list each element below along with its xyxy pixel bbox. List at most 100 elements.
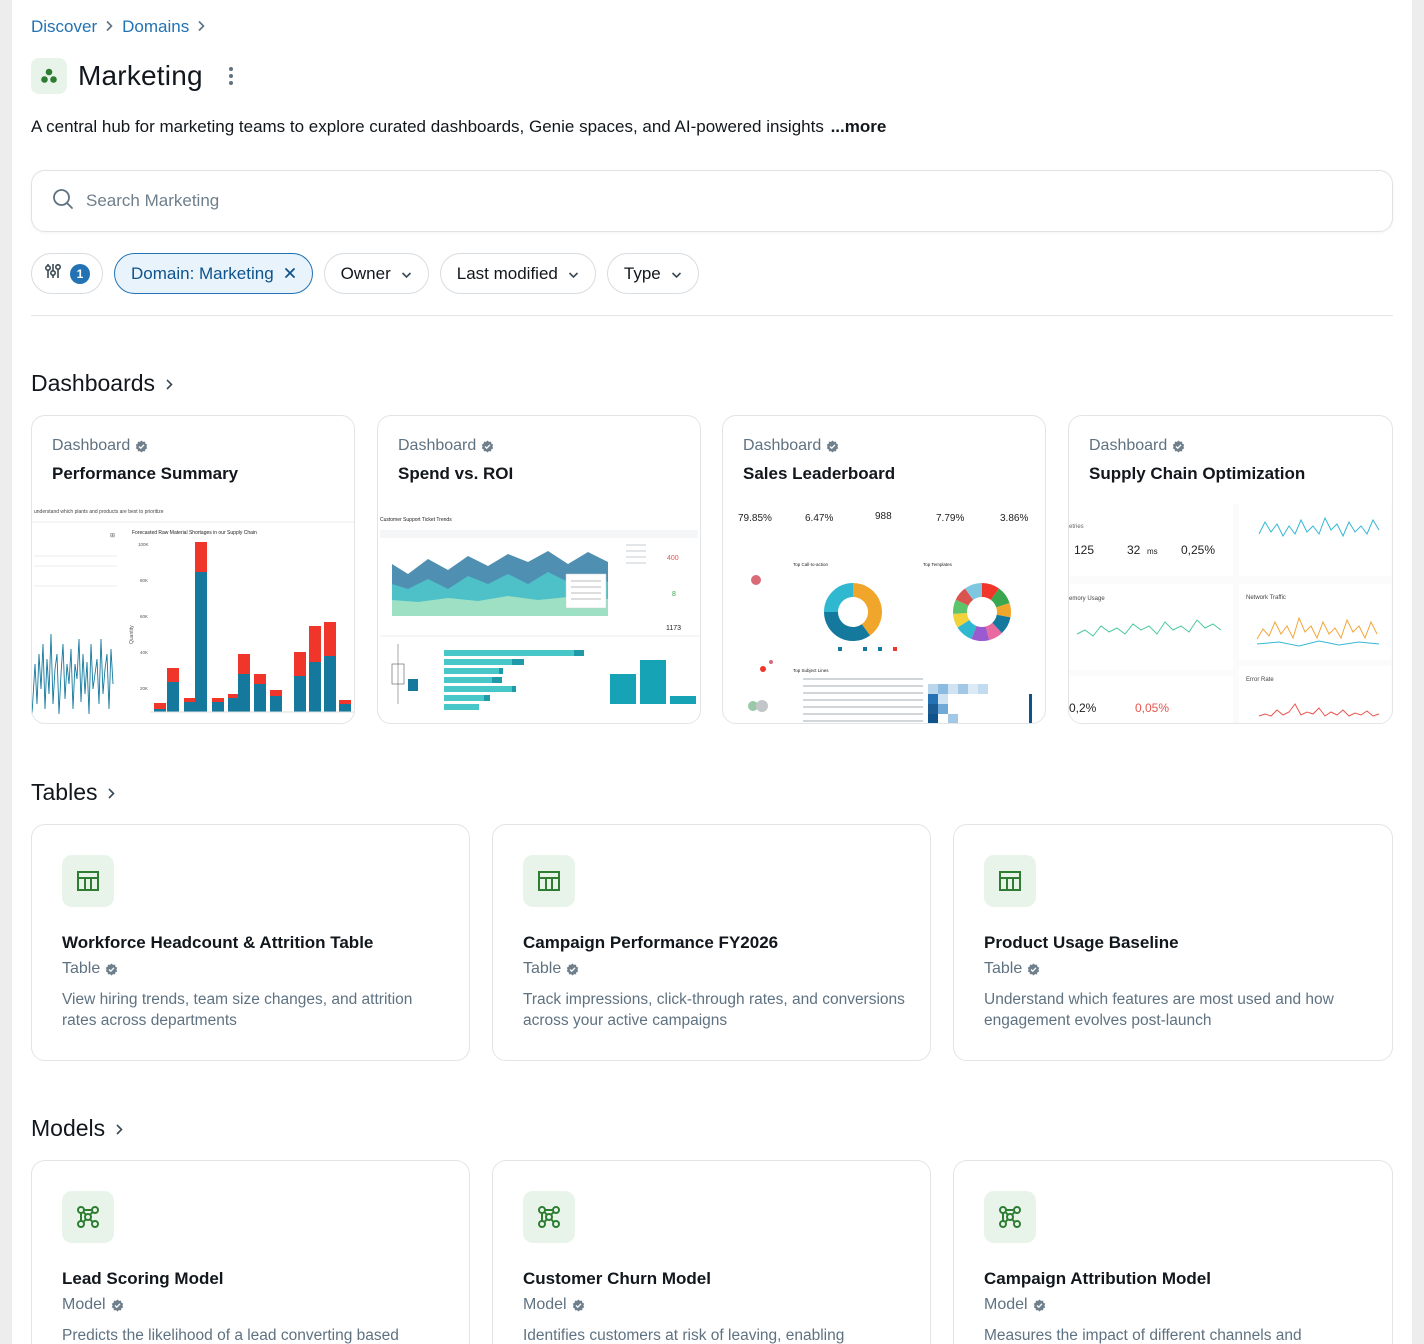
item-type: Model (523, 1296, 585, 1314)
heat-cell (928, 694, 938, 704)
bar (444, 686, 512, 692)
bar (444, 668, 499, 674)
donut-slice (852, 583, 882, 636)
bar (499, 668, 503, 674)
chevron-down-icon (401, 264, 412, 284)
tick-label: 20K (140, 686, 148, 691)
bar (484, 695, 490, 701)
owner-filter-label: Owner (340, 263, 391, 283)
metric-value: 32 (1127, 543, 1141, 557)
models-heading: Models (31, 1115, 106, 1141)
tables-heading: Tables (31, 779, 98, 805)
dashboard-card-sales-leaderboard[interactable]: Dashboard Sales Leaderboard 79.85% 6.47%… (722, 415, 1046, 724)
kpi-value: 79.85% (738, 513, 772, 524)
tables-section-title[interactable]: Tables (31, 779, 116, 806)
heat-cell (958, 684, 968, 694)
breadcrumb-discover[interactable]: Discover (31, 17, 97, 37)
type-filter[interactable]: Type (606, 253, 699, 294)
item-type: Table (984, 960, 1040, 978)
thumb-chart-title: Forecasted Raw Material Shortages in our… (132, 530, 257, 536)
active-filter-count: 1 (70, 263, 90, 284)
filter-settings-button[interactable]: 1 (31, 253, 103, 294)
verified-badge-icon (1033, 1298, 1046, 1312)
item-type-label: Dashboard (398, 437, 477, 454)
bar (238, 654, 250, 674)
table-card-product-usage[interactable]: Product Usage Baseline Table Understand … (953, 824, 1393, 1061)
tick-label: 80K (140, 578, 148, 583)
thumb-value: 400 (667, 555, 679, 562)
donut-slice (981, 583, 1000, 601)
donut-chart (824, 583, 882, 641)
dashboard-thumbnail: 79.85% 6.47% 988 7.79% 3.86% Top Call-to… (738, 511, 1032, 723)
heat-cell (968, 684, 978, 694)
domain-description: A central hub for marketing teams to exp… (31, 117, 886, 137)
model-icon (62, 1191, 114, 1243)
more-link[interactable]: ...more (831, 117, 887, 136)
chevron-right-icon (107, 779, 116, 806)
item-type-label: Dashboard (743, 437, 822, 454)
close-icon[interactable] (284, 264, 296, 284)
table-description: View hiring trends, team size changes, a… (62, 991, 413, 1029)
model-card-lead-scoring[interactable]: Lead Scoring Model Model Predicts the li… (31, 1160, 470, 1344)
dashboards-heading: Dashboards (31, 370, 156, 396)
bar (324, 656, 336, 712)
last-modified-label: Last modified (456, 263, 558, 283)
heat-cell (938, 684, 948, 694)
chevron-right-icon (165, 370, 174, 397)
table-card-campaign-performance[interactable]: Campaign Performance FY2026 Table Track … (492, 824, 931, 1061)
page: Discover Domains Marketing A central hub… (12, 0, 1412, 1344)
list-title: Top Subject Lines (793, 668, 829, 673)
breadcrumb-domains[interactable]: Domains (122, 17, 189, 37)
dashboard-card-performance-summary[interactable]: Dashboard Performance Summary understand… (31, 415, 355, 724)
bar (254, 684, 266, 712)
donut-title: Top Call-to-action (793, 562, 829, 567)
item-type: Dashboard (1089, 437, 1185, 455)
dashboard-name: Performance Summary (52, 464, 239, 483)
bar (184, 702, 196, 712)
dashboard-card-spend-vs-roi[interactable]: Dashboard Spend vs. ROI Customer Support… (377, 415, 701, 724)
panel-title: emory Usage (1069, 596, 1105, 602)
model-icon (523, 1191, 575, 1243)
verified-badge-icon (1027, 962, 1040, 976)
panel-title: Network Traffic (1246, 595, 1286, 601)
item-type-label: Model (984, 1296, 1028, 1313)
breadcrumb: Discover Domains (31, 17, 214, 37)
item-type: Table (62, 960, 118, 978)
chevron-down-icon (671, 264, 682, 284)
heat-cell (978, 684, 988, 694)
dashboard-thumbnail: Customer Support Ticket Trends 400 8 117… (380, 517, 700, 710)
bar (270, 690, 282, 696)
model-description: Measures the impact of different channel… (984, 1327, 1302, 1344)
table-icon (62, 855, 114, 907)
donut-slice (824, 611, 871, 641)
item-type: Model (984, 1296, 1046, 1314)
bar (195, 572, 207, 712)
tick-label: 40K (140, 650, 148, 655)
tick-label: 100K (138, 542, 149, 547)
metric-value: 0,2% (1069, 701, 1097, 715)
model-card-campaign-attribution[interactable]: Campaign Attribution Model Model Measure… (953, 1160, 1393, 1344)
verified-badge-icon (135, 439, 148, 453)
models-section-title[interactable]: Models (31, 1115, 124, 1142)
model-name: Campaign Attribution Model (984, 1269, 1211, 1288)
filter-bar: 1 Domain: Marketing Owner Last modified … (31, 253, 699, 294)
dashboards-section-title[interactable]: Dashboards (31, 370, 174, 397)
item-type-label: Table (523, 960, 562, 977)
donut-slice (991, 614, 1011, 634)
kpi-value: 7.79% (936, 513, 964, 524)
owner-filter[interactable]: Owner (323, 253, 429, 294)
kebab-menu-icon[interactable] (221, 63, 241, 89)
bar (212, 702, 224, 712)
model-card-customer-churn[interactable]: Customer Churn Model Model Identifies cu… (492, 1160, 931, 1344)
last-modified-filter[interactable]: Last modified (439, 253, 596, 294)
domain-filter-chip[interactable]: Domain: Marketing (114, 253, 313, 294)
kpi-value: 6.47% (805, 513, 833, 524)
search-bar[interactable] (31, 170, 1393, 232)
verified-badge-icon (572, 1298, 585, 1312)
domain-icon (31, 58, 67, 94)
table-card-workforce-headcount[interactable]: Workforce Headcount & Attrition Table Ta… (31, 824, 470, 1061)
donut-slice (953, 599, 969, 614)
bar (492, 677, 502, 683)
search-input[interactable] (86, 191, 1286, 211)
dashboard-card-supply-chain-optimization[interactable]: Dashboard Supply Chain Optimization etri… (1068, 415, 1393, 724)
